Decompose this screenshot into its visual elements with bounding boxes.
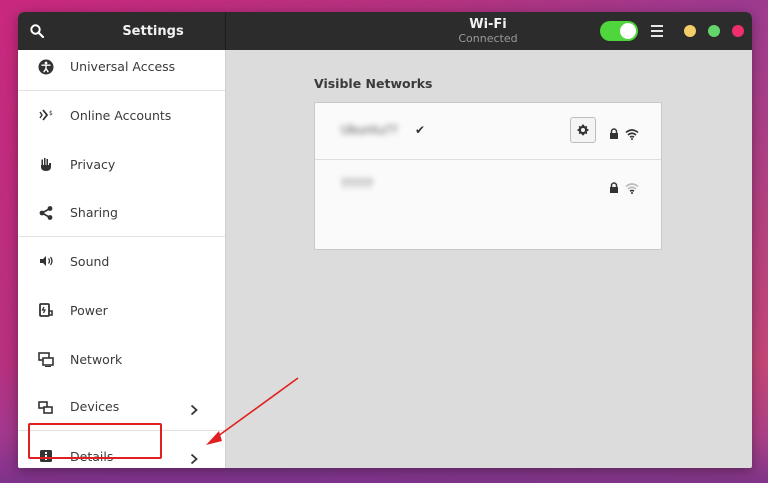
sidebar-item-label: Devices	[70, 399, 120, 414]
sidebar-item-label: Privacy	[70, 156, 116, 172]
lock-icon	[608, 179, 620, 193]
sidebar-item-power[interactable]: Power	[18, 286, 225, 334]
sidebar-item-label: Network	[70, 351, 123, 367]
sidebar-item-label: Details	[70, 448, 114, 464]
wifi-toggle[interactable]	[600, 21, 638, 41]
wifi-panel: Visible Networks Ubuntu?? ✔ ?????	[226, 50, 752, 468]
sidebar-item-details[interactable]: Details	[18, 432, 225, 468]
maximize-button[interactable]	[708, 25, 720, 37]
power-icon	[38, 302, 54, 318]
wifi-status: Connected	[458, 32, 518, 45]
chevron-right-icon	[189, 450, 199, 465]
section-title: Visible Networks	[314, 76, 433, 91]
sidebar-item-network[interactable]: Network	[18, 335, 225, 383]
sidebar-item-devices[interactable]: Devices	[18, 383, 225, 431]
network-name: Ubuntu??	[341, 123, 398, 137]
hamburger-menu-icon[interactable]	[651, 25, 663, 37]
close-button[interactable]	[732, 25, 744, 37]
hand-icon	[38, 156, 54, 172]
network-row[interactable]: Ubuntu?? ✔	[315, 103, 661, 160]
wifi-weak-icon	[625, 179, 639, 194]
share-icon	[38, 205, 54, 221]
settings-window: Settings Wi-Fi Connected Universal Acces…	[18, 12, 752, 468]
minimize-button[interactable]	[684, 25, 696, 37]
panel-title: Wi-Fi Connected	[438, 17, 538, 46]
speaker-icon	[38, 253, 54, 269]
online-accounts-icon: $	[38, 107, 54, 123]
sidebar-item-online-accounts[interactable]: $ Online Accounts	[18, 91, 225, 139]
universal-access-icon	[38, 59, 54, 75]
info-icon	[38, 448, 54, 464]
toggle-knob	[620, 23, 636, 39]
search-icon[interactable]	[29, 23, 45, 39]
chevron-right-icon	[189, 401, 199, 415]
settings-title: Settings	[122, 23, 184, 39]
sidebar: Universal Access $ Online Accounts Priva…	[18, 50, 226, 468]
sidebar-item-label: Power	[70, 302, 108, 318]
sidebar-item-label: Universal Access	[70, 59, 176, 74]
network-settings-button[interactable]	[570, 117, 596, 143]
sidebar-item-privacy[interactable]: Privacy	[18, 140, 225, 188]
svg-text:$: $	[49, 110, 53, 117]
sidebar-item-label: Online Accounts	[70, 107, 172, 123]
wifi-title: Wi-Fi	[469, 17, 507, 32]
header-divider	[225, 12, 226, 50]
network-name: ?????	[341, 177, 373, 191]
devices-icon	[38, 399, 54, 415]
network-list: Ubuntu?? ✔ ?????	[314, 102, 662, 250]
sidebar-item-sharing[interactable]: Sharing	[18, 189, 225, 237]
network-row[interactable]: ?????	[315, 159, 661, 215]
sidebar-item-sound[interactable]: Sound	[18, 237, 225, 285]
checkmark-icon: ✔	[415, 123, 426, 137]
lock-icon	[608, 125, 620, 139]
headerbar: Settings Wi-Fi Connected	[18, 12, 752, 50]
sidebar-item-label: Sound	[70, 253, 110, 269]
sidebar-item-universal-access[interactable]: Universal Access	[18, 50, 225, 91]
sidebar-item-label: Sharing	[70, 205, 118, 220]
wifi-strong-icon	[625, 125, 639, 140]
network-icon	[38, 351, 54, 367]
gear-icon	[577, 124, 589, 136]
